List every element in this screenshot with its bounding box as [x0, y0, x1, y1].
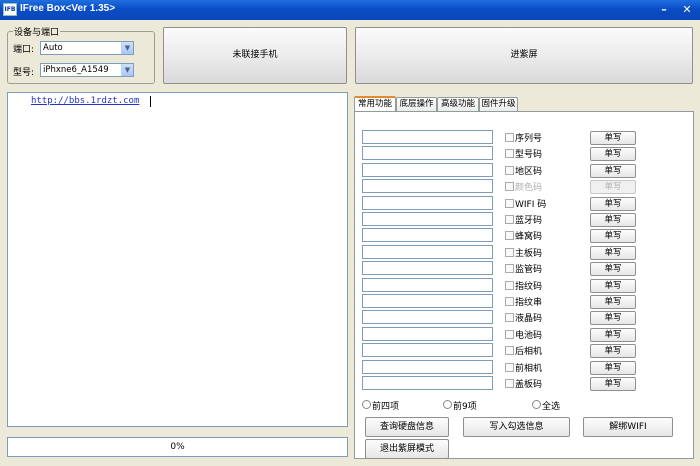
single-write-button[interactable]: 单写 [590, 361, 636, 375]
row-checkbox[interactable] [505, 149, 514, 158]
single-write-button[interactable]: 单写 [590, 377, 636, 391]
purple-screen-button[interactable]: 进紫屏 [355, 27, 693, 84]
row-label: 型号码 [515, 150, 543, 160]
chevron-down-icon[interactable]: ▼ [121, 42, 133, 54]
row-checkbox[interactable] [505, 379, 514, 388]
row-label: 前相机 [515, 364, 543, 374]
info-field[interactable] [362, 196, 493, 210]
info-field[interactable] [362, 294, 493, 308]
info-field[interactable] [362, 310, 493, 324]
row-checkbox[interactable] [505, 215, 514, 224]
text-caret [150, 96, 151, 107]
row-label: 颜色码 [515, 183, 543, 193]
single-write-button[interactable]: 单写 [590, 213, 636, 227]
model-select-value: iPhxne6_A1549 [43, 65, 109, 75]
info-field[interactable] [362, 278, 493, 292]
row-label: 盖板码 [515, 380, 543, 390]
row-checkbox[interactable] [505, 346, 514, 355]
window-title: IFree Box<Ver 1.35> [20, 3, 116, 14]
row-label: 监管码 [515, 265, 543, 275]
model-select[interactable]: iPhxne6_A1549 ▼ [40, 63, 134, 77]
row-checkbox[interactable] [505, 166, 514, 175]
row-label: WIFI 码 [515, 200, 547, 210]
row-label: 主板码 [515, 249, 543, 259]
row-checkbox[interactable] [505, 363, 514, 372]
chevron-down-icon[interactable]: ▼ [121, 64, 133, 76]
info-field[interactable] [362, 376, 493, 390]
device-port-legend: 设备与端口 [13, 25, 61, 38]
single-write-button[interactable]: 单写 [590, 197, 636, 211]
info-field[interactable] [362, 130, 493, 144]
single-write-button[interactable]: 单写 [590, 164, 636, 178]
row-checkbox[interactable] [505, 182, 514, 191]
model-label: 型号: [13, 68, 35, 78]
forum-link[interactable]: http://bbs.1rdzt.com [31, 96, 139, 106]
radio-first-nine[interactable] [443, 400, 452, 409]
info-field[interactable] [362, 327, 493, 341]
close-button[interactable]: ✕ [678, 3, 696, 17]
radio-first-four-label: 前四项 [372, 402, 400, 412]
info-field[interactable] [362, 163, 493, 177]
query-disk-button[interactable]: 查询硬盘信息 [365, 417, 449, 437]
info-field[interactable] [362, 261, 493, 275]
tab-low-level[interactable]: 底层操作 [396, 97, 437, 111]
info-field[interactable] [362, 146, 493, 160]
port-select-value: Auto [43, 43, 63, 53]
single-write-button[interactable]: 单写 [590, 328, 636, 342]
row-checkbox[interactable] [505, 199, 514, 208]
single-write-button[interactable]: 单写 [590, 246, 636, 260]
phone-status-button[interactable]: 未联接手机 [163, 27, 347, 84]
row-label: 蜂窝码 [515, 232, 543, 242]
row-checkbox[interactable] [505, 330, 514, 339]
radio-select-all[interactable] [532, 400, 541, 409]
log-panel[interactable]: http://bbs.1rdzt.com [7, 92, 348, 427]
radio-select-all-label: 全选 [542, 402, 561, 412]
info-field[interactable] [362, 245, 493, 259]
info-field[interactable] [362, 343, 493, 357]
row-checkbox[interactable] [505, 313, 514, 322]
row-label: 液晶码 [515, 314, 543, 324]
exit-purple-button[interactable]: 退出紫屏模式 [365, 439, 449, 459]
single-write-button[interactable]: 单写 [590, 147, 636, 161]
port-label: 端口: [13, 45, 35, 55]
row-label: 指纹码 [515, 282, 543, 292]
row-checkbox[interactable] [505, 133, 514, 142]
single-write-button[interactable]: 单写 [590, 311, 636, 325]
tab-common-functions[interactable]: 常用功能 [354, 96, 396, 111]
single-write-button[interactable]: 单写 [590, 262, 636, 276]
tab-firmware-upgrade[interactable]: 固件升级 [479, 97, 518, 111]
progress-bar: 0% [7, 437, 348, 457]
single-write-button[interactable]: 单写 [590, 180, 636, 194]
row-label: 指纹串 [515, 298, 543, 308]
row-label: 电池码 [515, 331, 543, 341]
info-field[interactable] [362, 179, 493, 193]
info-field[interactable] [362, 212, 493, 226]
single-write-button[interactable]: 单写 [590, 295, 636, 309]
radio-first-four[interactable] [362, 400, 371, 409]
tab-advanced[interactable]: 高级功能 [437, 97, 479, 111]
single-write-button[interactable]: 单写 [590, 229, 636, 243]
row-checkbox[interactable] [505, 264, 514, 273]
single-write-button[interactable]: 单写 [590, 344, 636, 358]
write-checked-button[interactable]: 写入勾选信息 [463, 417, 570, 437]
unbind-wifi-button[interactable]: 解绑WIFI [583, 417, 673, 437]
minimize-button[interactable]: – [655, 3, 673, 17]
radio-first-nine-label: 前9项 [453, 402, 477, 412]
row-checkbox[interactable] [505, 231, 514, 240]
port-select[interactable]: Auto ▼ [40, 41, 134, 55]
single-write-button[interactable]: 单写 [590, 131, 636, 145]
row-checkbox[interactable] [505, 297, 514, 306]
row-checkbox[interactable] [505, 281, 514, 290]
title-bar: IFB IFree Box<Ver 1.35> – ✕ [0, 0, 700, 20]
row-checkbox[interactable] [505, 248, 514, 257]
row-label: 蓝牙码 [515, 216, 543, 226]
row-label: 地区码 [515, 167, 543, 177]
single-write-button[interactable]: 单写 [590, 279, 636, 293]
row-label: 后相机 [515, 347, 543, 357]
row-label: 序列号 [515, 134, 543, 144]
info-field[interactable] [362, 228, 493, 242]
app-icon: IFB [3, 3, 17, 16]
info-field[interactable] [362, 360, 493, 374]
